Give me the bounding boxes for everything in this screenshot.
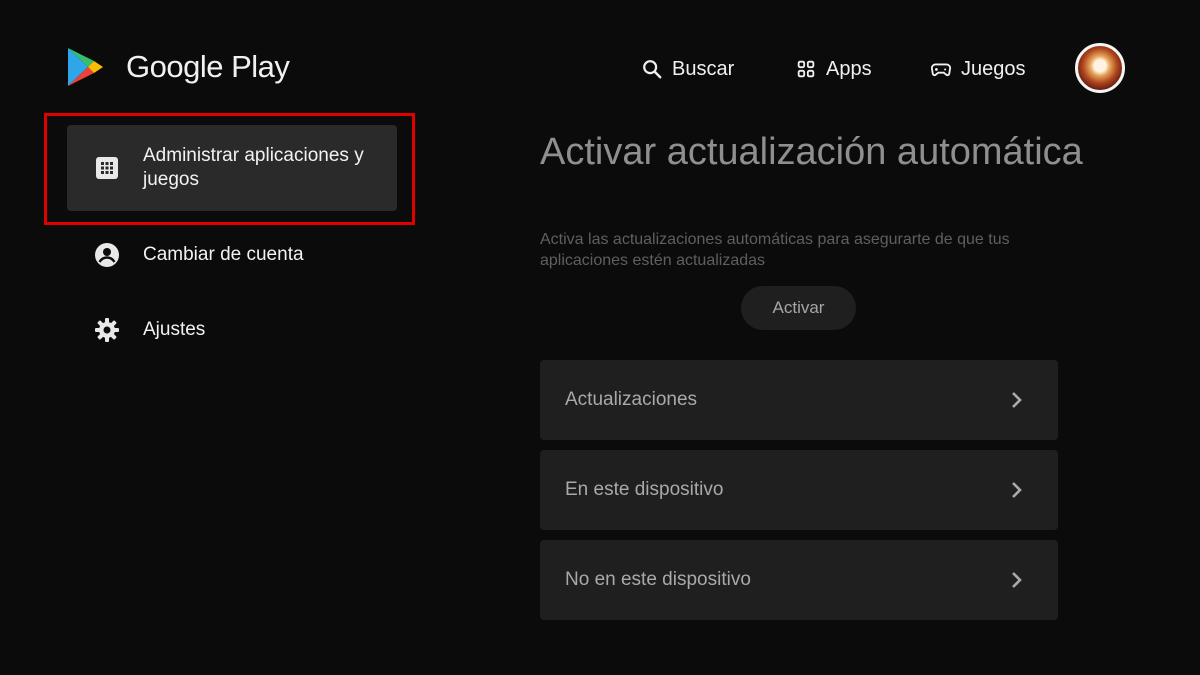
updates-row[interactable]: Actualizaciones [540,360,1058,440]
page-subtitle: Activa las actualizaciones automáticas p… [540,231,1010,269]
row-label: No en este dispositivo [565,569,751,590]
apps-icon [797,60,815,78]
not-on-device-row[interactable]: No en este dispositivo [540,540,1058,620]
apps-nav-label: Apps [826,57,872,80]
apps-nav-button[interactable]: Apps [795,48,872,90]
account-circle-icon [95,243,119,267]
sidebar-item-settings[interactable]: Ajustes [67,311,397,349]
page-title: Activar actualización automática [540,131,1083,173]
gamepad-icon [930,63,952,76]
gear-icon [95,318,119,342]
row-label: Actualizaciones [565,389,698,410]
sidebar-item-label: Ajustes [143,319,206,340]
selection-highlight [44,113,415,225]
avatar[interactable] [1075,43,1125,93]
chevron-right-icon [1012,392,1022,408]
chevron-right-icon [1012,572,1022,588]
games-nav-label: Juegos [961,57,1026,80]
search-nav-label: Buscar [672,57,735,80]
sidebar-item-switch-account[interactable]: Cambiar de cuenta [67,236,397,274]
games-nav-button[interactable]: Juegos [930,48,1026,90]
activate-button[interactable]: Activar [741,286,856,330]
sidebar-item-label: Cambiar de cuenta [143,244,304,265]
search-icon [643,60,662,79]
on-device-row[interactable]: En este dispositivo [540,450,1058,530]
search-nav-button[interactable]: Buscar [641,48,734,90]
screen: Google Play Buscar Apps Juegos Administr… [0,0,1200,675]
top-navigation: Buscar Apps Juegos [0,48,1200,90]
row-label: En este dispositivo [565,479,724,500]
chevron-right-icon [1012,482,1022,498]
